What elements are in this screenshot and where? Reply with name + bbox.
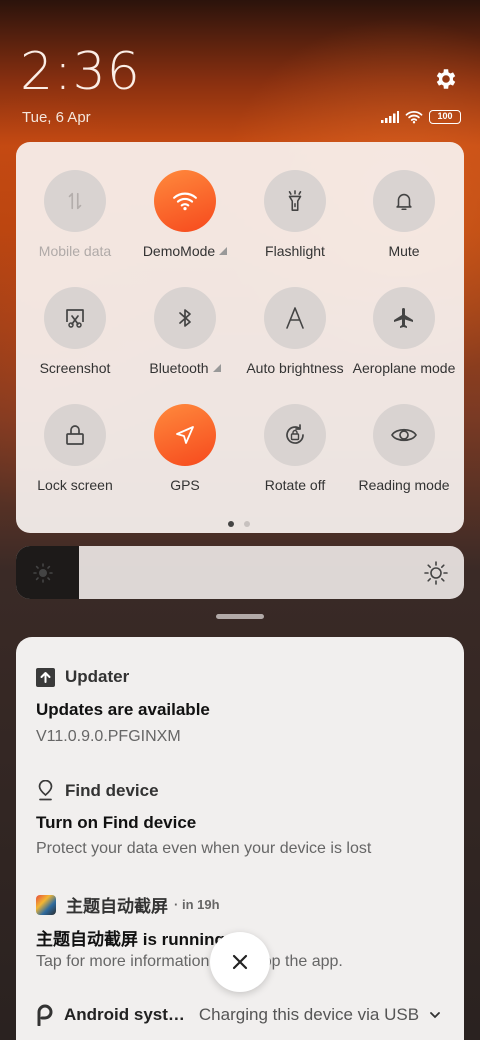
tile-demo-mode[interactable]: DemoMode	[130, 170, 240, 259]
location-arrow-icon	[176, 426, 194, 444]
notification-app-name: Updater	[65, 667, 130, 686]
notification-title[interactable]: Turn on Find device	[36, 813, 196, 833]
tile-label: Mute	[388, 243, 420, 259]
notification-app-name: Android syst…	[64, 1005, 185, 1024]
quick-settings-panel: Mobile data DemoMode Flashlight Mute Scr…	[16, 142, 464, 533]
notification-app-header[interactable]: Updater	[36, 667, 129, 687]
tile-label: Screenshot	[39, 360, 111, 376]
tile-mobile-data-button[interactable]	[44, 170, 106, 232]
auto-brightness-icon	[286, 307, 304, 329]
tile-auto-brightness[interactable]: Auto brightness	[240, 287, 350, 376]
notification-app-name: Find device	[65, 780, 159, 800]
signal-icon	[381, 111, 399, 123]
tile-label: GPS	[170, 477, 200, 493]
notification-time-value: in 19h	[181, 897, 220, 912]
tile-reading-mode-button[interactable]	[373, 404, 435, 466]
brightness-high-icon	[424, 561, 448, 585]
notification-app-name: 主题自动截屏	[66, 897, 168, 916]
tile-flashlight-button[interactable]	[264, 170, 326, 232]
page-dot	[244, 521, 250, 527]
notification-title[interactable]: Updates are available	[36, 700, 210, 720]
expand-corner-icon[interactable]	[212, 364, 221, 372]
notification-text[interactable]: Tap for more information or to stop the …	[36, 953, 343, 971]
tile-label: Rotate off	[264, 477, 326, 493]
location-pin-icon	[38, 780, 53, 801]
notification-app-header[interactable]: Find device	[36, 780, 159, 801]
tile-rotate-off[interactable]: Rotate off	[240, 404, 350, 493]
notification-time: · in 19h	[174, 897, 220, 912]
notification-title[interactable]: 主题自动截屏 is running	[36, 925, 225, 950]
notification-text[interactable]: V11.0.9.0.PFGINXM	[36, 728, 181, 746]
bell-icon	[396, 193, 412, 211]
rotate-lock-icon	[286, 424, 304, 444]
android-system-icon	[37, 1004, 53, 1026]
tile-gps-button[interactable]	[154, 404, 216, 466]
bluetooth-icon	[179, 309, 191, 327]
app-icon	[36, 894, 56, 915]
tile-rotate-off-button[interactable]	[264, 404, 326, 466]
tile-aeroplane-mode-button[interactable]	[373, 287, 435, 349]
gear-icon[interactable]	[433, 66, 459, 92]
upload-arrow-icon	[36, 667, 55, 687]
tile-label: Reading mode	[358, 477, 450, 493]
airplane-icon	[394, 308, 413, 328]
tile-mute-button[interactable]	[373, 170, 435, 232]
screenshot-icon	[66, 309, 84, 328]
notification-text[interactable]: Protect your data even when your device …	[36, 840, 371, 858]
clear-all-button[interactable]	[210, 932, 270, 992]
chevron-down-icon[interactable]	[429, 1010, 441, 1020]
tile-label: Mobile data	[38, 243, 112, 259]
wifi-icon	[173, 192, 197, 211]
notification-collapsed[interactable]: Android syst… Charging this device via U…	[36, 1004, 441, 1026]
expand-corner-icon[interactable]	[219, 247, 228, 255]
tile-label-wrap: DemoMode	[130, 243, 240, 259]
battery-level: 100	[437, 111, 453, 121]
tile-bluetooth[interactable]: Bluetooth	[130, 287, 240, 376]
tile-label: Auto brightness	[246, 360, 344, 376]
status-icons: 100	[381, 110, 461, 124]
battery-indicator: 100	[429, 110, 461, 124]
flashlight-icon	[288, 190, 302, 211]
mobile-data-icon	[68, 192, 82, 210]
tile-demo-mode-button[interactable]	[154, 170, 216, 232]
lock-icon	[66, 425, 84, 445]
clock[interactable]: 2:36	[20, 42, 141, 102]
tile-flashlight[interactable]: Flashlight	[240, 170, 350, 259]
tile-mute[interactable]: Mute	[349, 170, 459, 259]
tile-label: Flashlight	[265, 243, 325, 259]
tile-label: DemoMode	[142, 243, 216, 259]
tile-lock-screen[interactable]: Lock screen	[20, 404, 130, 493]
tile-mobile-data[interactable]: Mobile data	[20, 170, 130, 259]
brightness-slider[interactable]	[16, 546, 464, 599]
page-indicator	[228, 521, 250, 527]
notification-app-header[interactable]: 主题自动截屏 · in 19h	[36, 892, 220, 917]
notification-text: Charging this device via USB	[198, 1005, 420, 1024]
tile-bluetooth-button[interactable]	[154, 287, 216, 349]
drag-handle[interactable]	[216, 614, 264, 619]
tile-screenshot[interactable]: Screenshot	[20, 287, 130, 376]
tile-gps[interactable]: GPS	[130, 404, 240, 493]
tile-label-wrap: Bluetooth	[130, 360, 240, 376]
tile-label: Aeroplane mode	[352, 360, 456, 376]
tile-aeroplane-mode[interactable]: Aeroplane mode	[349, 287, 459, 376]
tile-label: Lock screen	[37, 477, 113, 493]
brightness-low-icon	[33, 563, 53, 583]
wifi-status-icon	[405, 110, 423, 124]
tile-label: Bluetooth	[149, 360, 209, 376]
page-dot-active	[228, 521, 234, 527]
tile-screenshot-button[interactable]	[44, 287, 106, 349]
tile-auto-brightness-button[interactable]	[264, 287, 326, 349]
close-icon	[232, 954, 248, 970]
tile-reading-mode[interactable]: Reading mode	[349, 404, 459, 493]
date[interactable]: Tue, 6 Apr	[22, 109, 91, 126]
tile-lock-screen-button[interactable]	[44, 404, 106, 466]
eye-icon	[391, 428, 417, 442]
